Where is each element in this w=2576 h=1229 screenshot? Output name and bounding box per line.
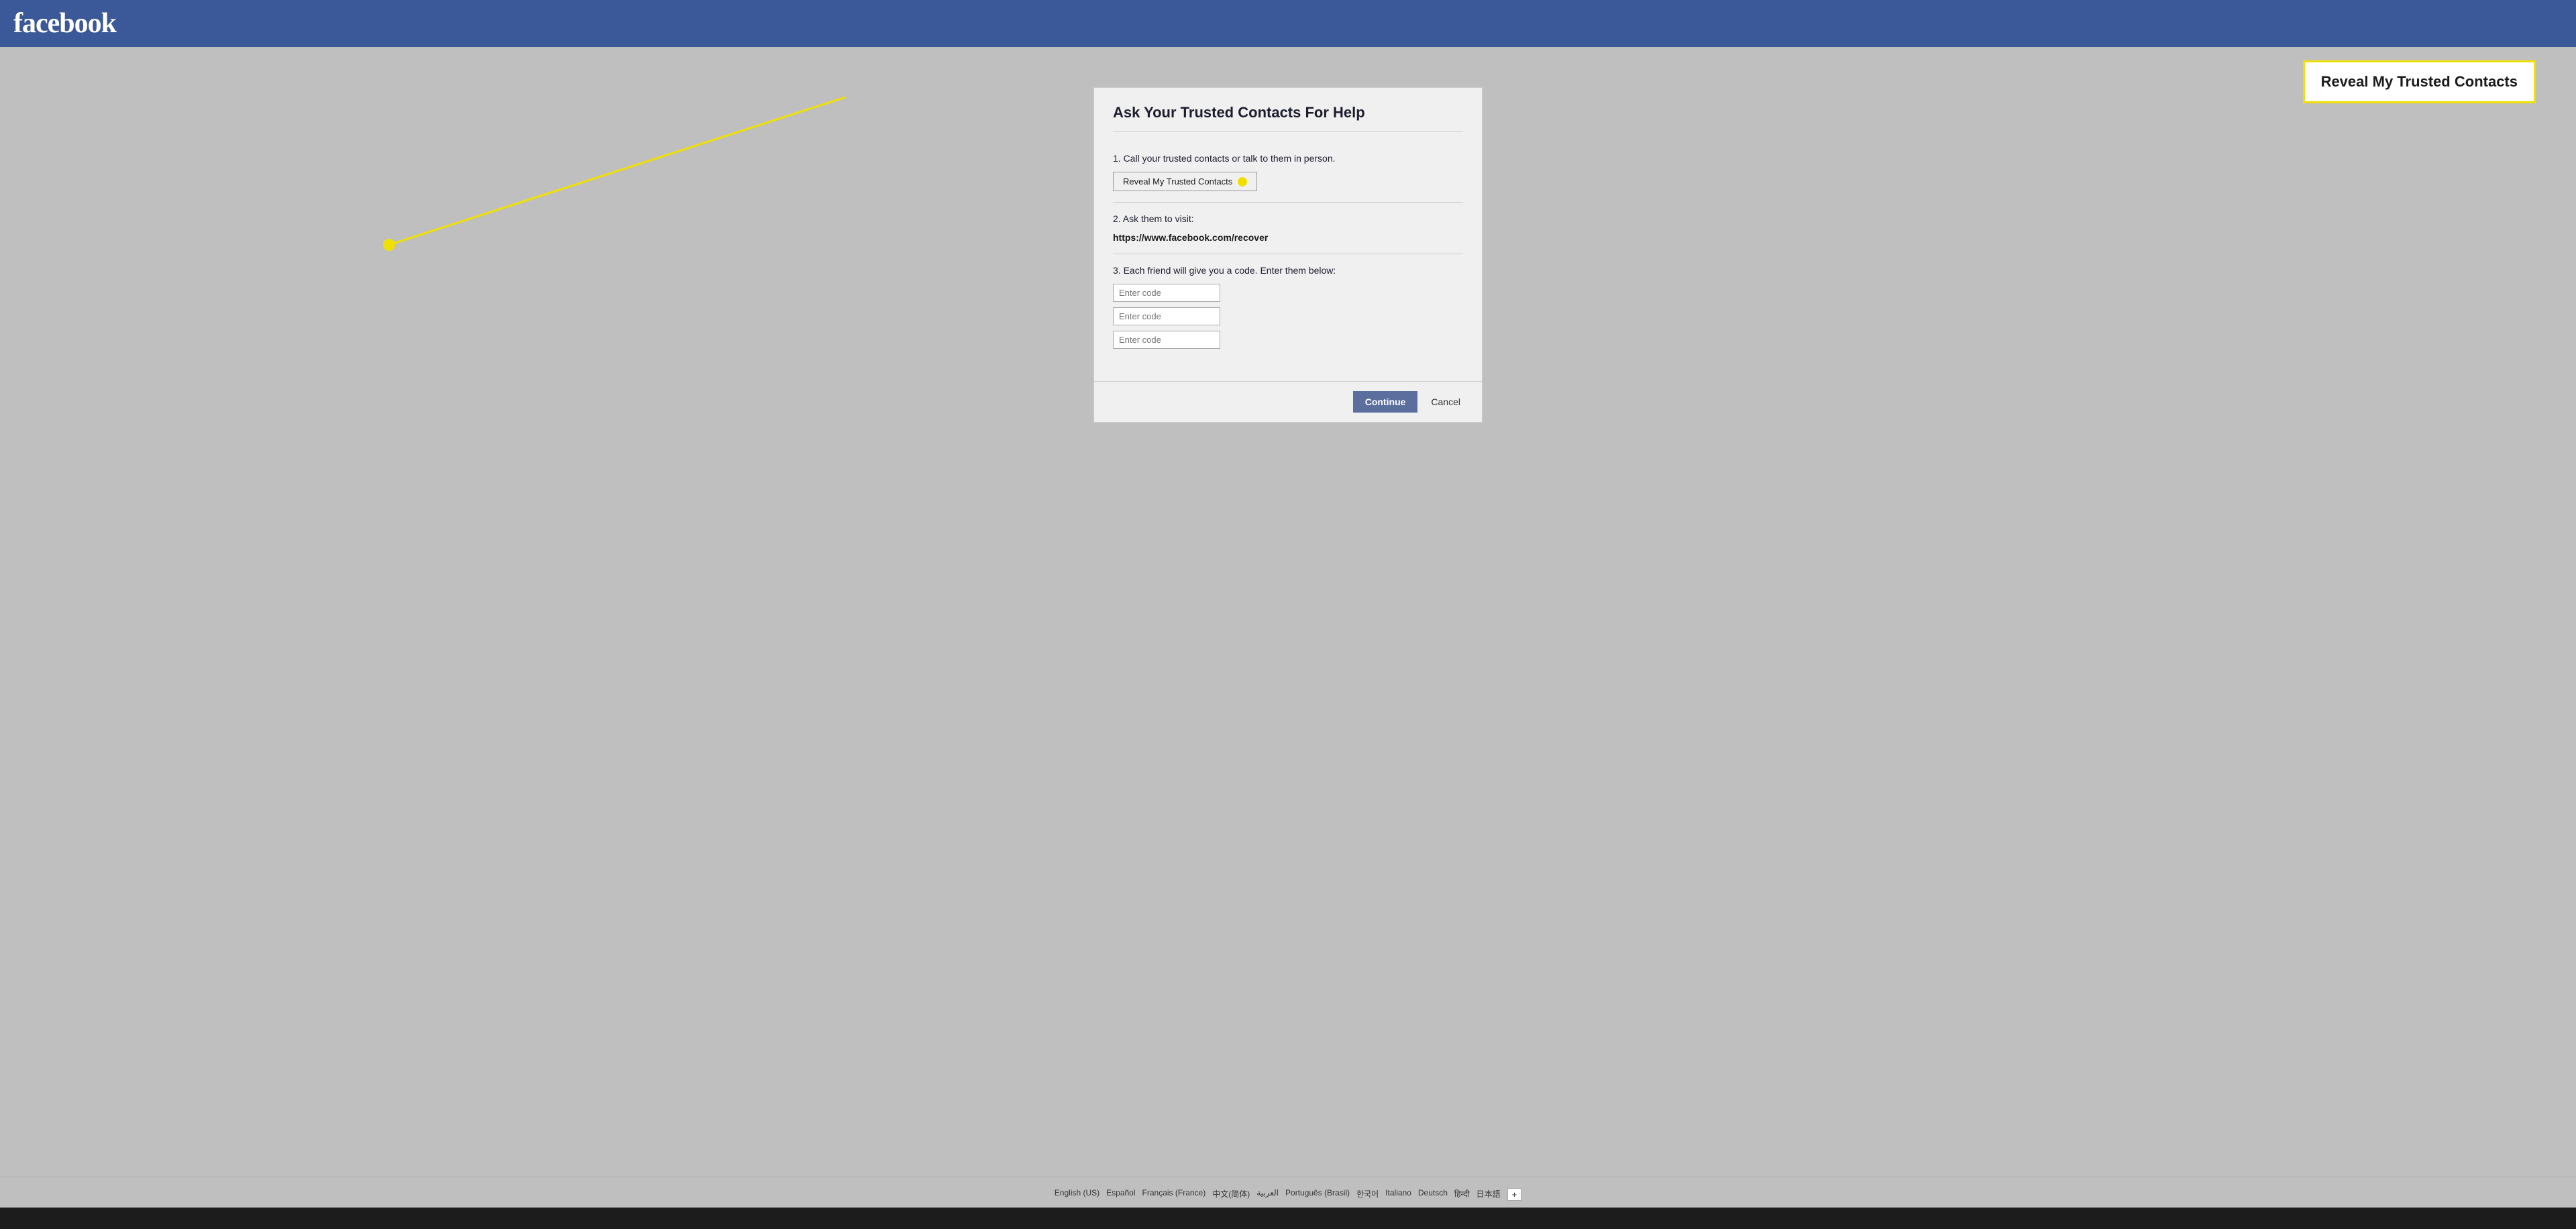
dialog-inner: Ask Your Trusted Contacts For Help 1. Ca… bbox=[1094, 88, 1482, 381]
language-link-7[interactable]: Italiano bbox=[1385, 1188, 1411, 1201]
reveal-trusted-contacts-button[interactable]: Reveal My Trusted Contacts bbox=[1113, 172, 1257, 191]
yellow-dot-indicator bbox=[1238, 177, 1247, 186]
main-content: Reveal My Trusted Contacts Ask Your Trus… bbox=[0, 47, 2576, 1177]
step-1-section: 1. Call your trusted contacts or talk to… bbox=[1113, 142, 1463, 203]
step-2-text: 2. Ask them to visit: bbox=[1113, 213, 1463, 224]
annotation-label: Reveal My Trusted Contacts bbox=[2321, 73, 2518, 90]
header: facebook bbox=[0, 0, 2576, 47]
continue-button[interactable]: Continue bbox=[1353, 391, 1418, 413]
language-link-1[interactable]: Español bbox=[1106, 1188, 1135, 1201]
code-input-3[interactable] bbox=[1113, 331, 1220, 349]
recovery-url: https://www.facebook.com/recover bbox=[1113, 232, 1463, 243]
language-plus-button[interactable]: + bbox=[1507, 1188, 1522, 1201]
step-3-section: 3. Each friend will give you a code. Ent… bbox=[1113, 254, 1463, 365]
dialog-title: Ask Your Trusted Contacts For Help bbox=[1113, 104, 1463, 131]
annotation-box: Reveal My Trusted Contacts bbox=[2303, 60, 2536, 103]
language-link-9[interactable]: हिन्दी bbox=[1454, 1188, 1470, 1201]
dialog-footer: Continue Cancel bbox=[1094, 381, 1482, 422]
code-input-2[interactable] bbox=[1113, 307, 1220, 325]
language-link-5[interactable]: Português (Brasil) bbox=[1285, 1188, 1350, 1201]
cancel-button[interactable]: Cancel bbox=[1423, 391, 1468, 413]
language-links: English (US) Español Français (France) 中文(简… bbox=[0, 1188, 2576, 1201]
language-link-2[interactable]: Français (France) bbox=[1142, 1188, 1206, 1201]
dialog: Ask Your Trusted Contacts For Help 1. Ca… bbox=[1093, 87, 1483, 423]
reveal-button-label: Reveal My Trusted Contacts bbox=[1123, 176, 1232, 186]
language-link-0[interactable]: English (US) bbox=[1055, 1188, 1099, 1201]
language-link-6[interactable]: 한국어 bbox=[1356, 1188, 1379, 1201]
language-link-3[interactable]: 中文(简体) bbox=[1212, 1188, 1250, 1201]
code-input-1[interactable] bbox=[1113, 284, 1220, 302]
language-link-4[interactable]: العربية bbox=[1256, 1188, 1279, 1201]
language-link-10[interactable]: 日本語 bbox=[1477, 1188, 1501, 1201]
facebook-logo: facebook bbox=[13, 7, 116, 40]
step-1-text: 1. Call your trusted contacts or talk to… bbox=[1113, 153, 1463, 164]
language-link-8[interactable]: Deutsch bbox=[1418, 1188, 1448, 1201]
taskbar bbox=[0, 1208, 2576, 1229]
step-3-text: 3. Each friend will give you a code. Ent… bbox=[1113, 265, 1463, 276]
step-2-section: 2. Ask them to visit: https://www.facebo… bbox=[1113, 203, 1463, 254]
footer: English (US) Español Français (France) 中文(简… bbox=[0, 1177, 2576, 1208]
